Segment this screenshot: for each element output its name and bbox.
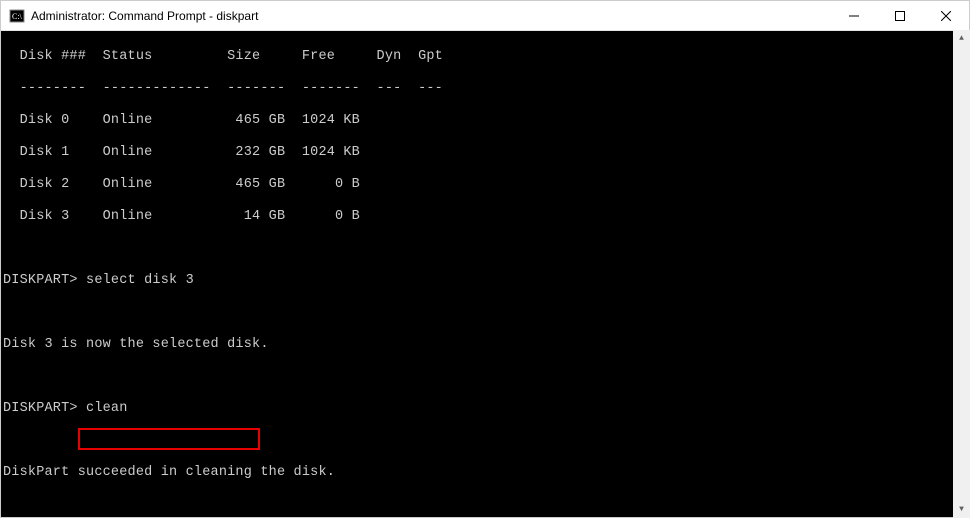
terminal-line: Disk 3 is now the selected disk.: [3, 337, 969, 353]
scroll-up-arrow[interactable]: ▲: [953, 30, 970, 47]
vertical-scrollbar[interactable]: ▲ ▼: [953, 30, 970, 518]
terminal-line: [3, 369, 969, 385]
cmd-icon: C:\: [9, 8, 25, 24]
scroll-down-arrow[interactable]: ▼: [953, 501, 970, 518]
minimize-button[interactable]: [831, 1, 877, 31]
terminal-line: [3, 305, 969, 321]
disk-row: Disk 2 Online 465 GB 0 B: [3, 177, 969, 193]
disk-row: Disk 1 Online 232 GB 1024 KB: [3, 145, 969, 161]
title-bar: C:\ Administrator: Command Prompt - disk…: [1, 1, 969, 31]
command-prompt-window: C:\ Administrator: Command Prompt - disk…: [0, 0, 970, 518]
scroll-track[interactable]: [953, 47, 970, 501]
disk-divider: -------- ------------- ------- ------- -…: [3, 81, 969, 97]
disk-header: Disk ### Status Size Free Dyn Gpt: [3, 49, 969, 65]
maximize-button[interactable]: [877, 1, 923, 31]
terminal-output[interactable]: Disk ### Status Size Free Dyn Gpt ------…: [1, 31, 969, 517]
close-button[interactable]: [923, 1, 969, 31]
svg-text:C:\: C:\: [12, 12, 23, 21]
disk-row: Disk 0 Online 465 GB 1024 KB: [3, 113, 969, 129]
terminal-line: DISKPART> clean: [3, 401, 969, 417]
terminal-line: [3, 433, 969, 449]
window-title: Administrator: Command Prompt - diskpart: [31, 9, 831, 23]
terminal-line: DISKPART> select disk 3: [3, 273, 969, 289]
terminal-line: [3, 241, 969, 257]
terminal-line: [3, 497, 969, 513]
disk-row: Disk 3 Online 14 GB 0 B: [3, 209, 969, 225]
terminal-line: DiskPart succeeded in cleaning the disk.: [3, 465, 969, 481]
window-controls: [831, 1, 969, 31]
